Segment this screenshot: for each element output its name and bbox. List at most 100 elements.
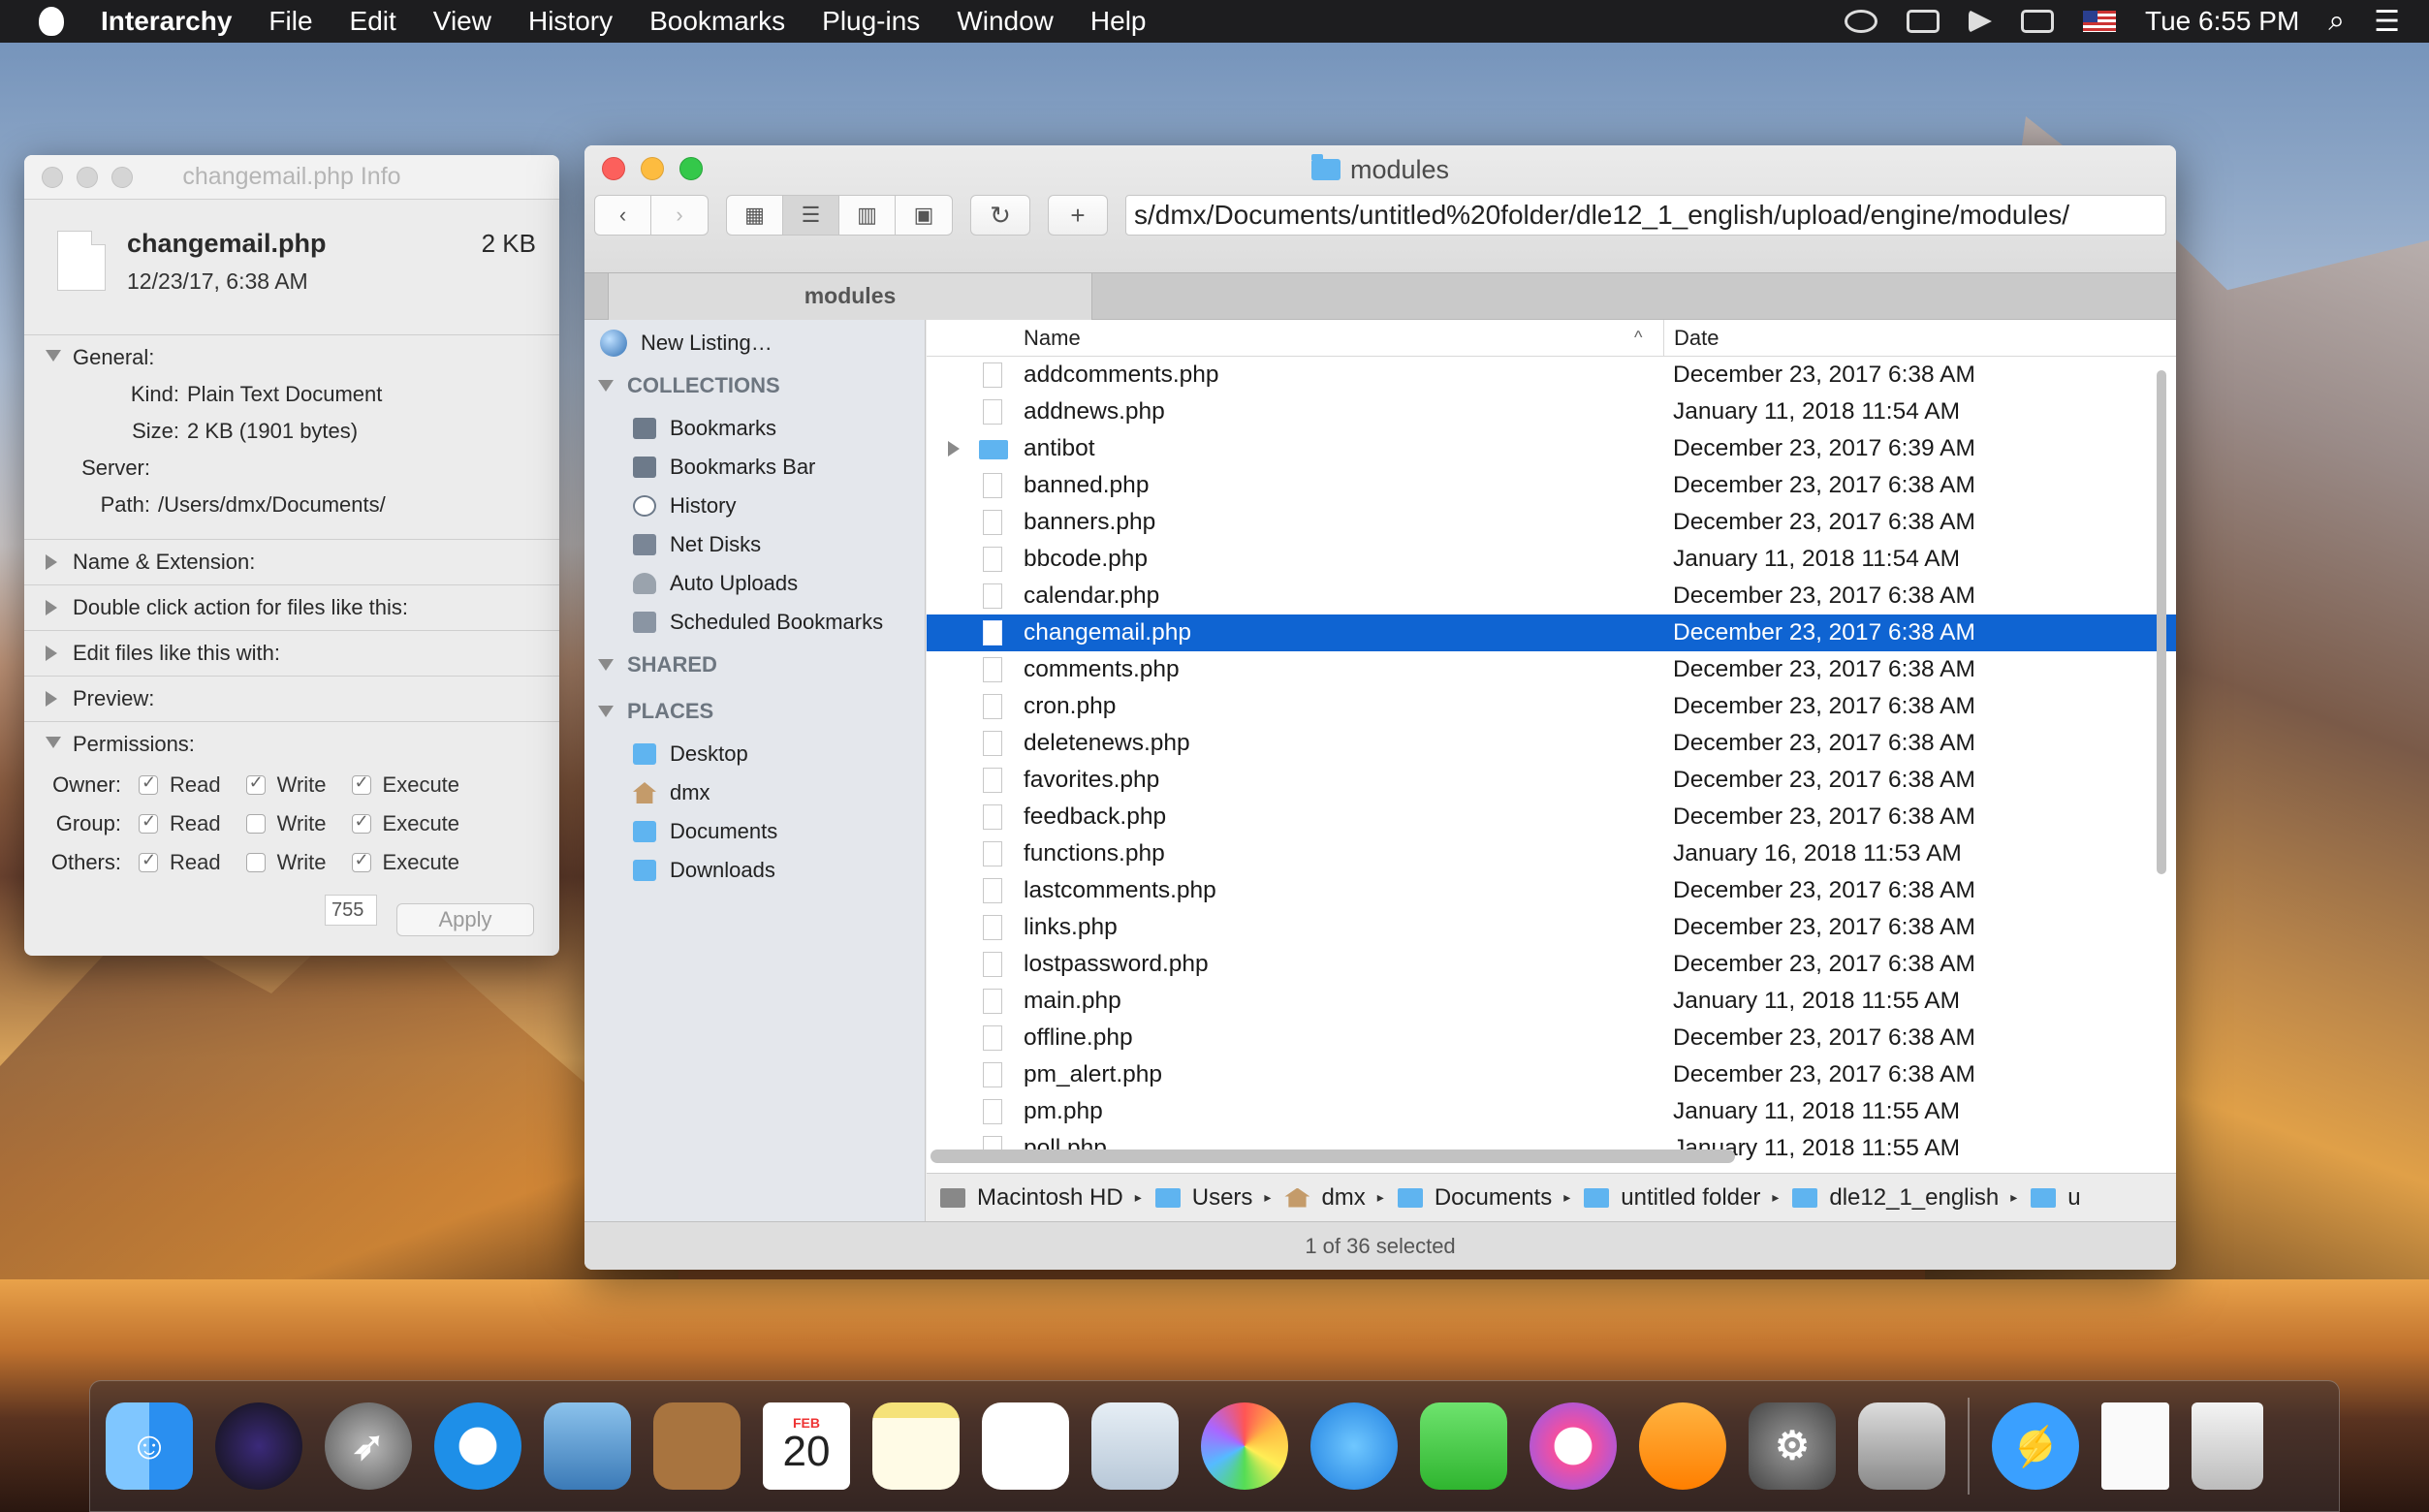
info-titlebar[interactable]: changemail.php Info [24, 155, 559, 200]
forward-button[interactable]: › [651, 196, 708, 235]
new-item-button[interactable]: + [1048, 195, 1108, 236]
disclosure-down-icon[interactable] [46, 737, 61, 748]
horizontal-scrollbar[interactable] [931, 1150, 1735, 1163]
file-row[interactable]: pm_alert.php December 23, 2017 6:38 AM [927, 1056, 2176, 1093]
sidebar-places-header[interactable]: PLACES [584, 688, 925, 735]
octal-input[interactable]: 755 [325, 895, 377, 926]
file-row[interactable]: main.php January 11, 2018 11:55 AM [927, 983, 2176, 1020]
sidebar-item-documents[interactable]: Documents [584, 812, 925, 851]
file-row[interactable]: deletenews.php December 23, 2017 6:38 AM [927, 725, 2176, 762]
refresh-button[interactable]: ↻ [970, 195, 1030, 236]
double-click-section[interactable]: Double click action for files like this: [24, 585, 559, 631]
sidebar-item-auto-uploads[interactable]: Auto Uploads [584, 564, 925, 603]
spotlight-search-icon[interactable]: ⌕ [2328, 5, 2345, 38]
others-execute-checkbox[interactable] [351, 850, 371, 872]
sidebar-new-listing[interactable]: New Listing… [584, 324, 925, 362]
sidebar-item-desktop[interactable]: Desktop [584, 735, 925, 773]
others-write-checkbox[interactable] [245, 853, 266, 872]
downloads-stack-icon[interactable]: ⚡ [1992, 1402, 2079, 1490]
menu-plugins[interactable]: Plug-ins [822, 6, 920, 37]
path-item-dle12[interactable]: dle12_1_english ▸ [1792, 1184, 2017, 1212]
path-item-upload[interactable]: u [2031, 1184, 2081, 1212]
file-row[interactable]: addcomments.php December 23, 2017 6:38 AM [927, 357, 2176, 394]
icon-view-button[interactable]: ▦ [727, 196, 783, 235]
owner-execute-checkbox[interactable] [351, 772, 371, 795]
document-stack-icon[interactable] [2101, 1402, 2169, 1490]
mail-stamp-icon[interactable] [544, 1402, 631, 1490]
others-read-checkbox[interactable] [139, 850, 158, 872]
file-row[interactable]: banners.php December 23, 2017 6:38 AM [927, 504, 2176, 541]
tab-modules[interactable]: modules [608, 273, 1092, 320]
file-row[interactable]: banned.php December 23, 2017 6:38 AM [927, 467, 2176, 504]
menu-app-name[interactable]: Interarchy [101, 6, 232, 37]
finder-icon[interactable]: ☺ [106, 1402, 193, 1490]
display-mirror-icon[interactable] [2021, 10, 2055, 33]
sidebar-item-downloads[interactable]: Downloads [584, 851, 925, 890]
edit-with-section[interactable]: Edit files like this with: [24, 631, 559, 677]
disclosure-right-icon[interactable] [948, 441, 960, 457]
sidebar-item-net-disks[interactable]: Net Disks [584, 525, 925, 564]
group-write-checkbox[interactable] [245, 814, 266, 834]
contacts-book-icon[interactable] [653, 1402, 741, 1490]
browser-titlebar[interactable]: modules ‹ › ▦ ☰ ▥ ▣ ↻ + s/dmx/Documents/… [584, 145, 2176, 320]
apply-button[interactable]: Apply [396, 903, 534, 936]
file-row[interactable]: offline.php December 23, 2017 6:38 AM [927, 1020, 2176, 1056]
sidebar-item-history[interactable]: History [584, 487, 925, 525]
menu-file[interactable]: File [268, 6, 312, 37]
file-row[interactable]: favorites.php December 23, 2017 6:38 AM [927, 762, 2176, 799]
file-row[interactable]: changemail.php December 23, 2017 6:38 AM [927, 614, 2176, 651]
reminders-list-icon[interactable] [982, 1402, 1069, 1490]
file-row[interactable]: bbcode.php January 11, 2018 11:54 AM [927, 541, 2176, 578]
facetime-camera-icon[interactable] [1420, 1402, 1507, 1490]
permissions-label[interactable]: Permissions: [73, 732, 559, 757]
column-view-button[interactable]: ▥ [839, 196, 896, 235]
menu-clock[interactable]: Tue 6:55 PM [2145, 6, 2299, 37]
menu-bookmarks[interactable]: Bookmarks [649, 6, 785, 37]
column-date-header[interactable]: Date [1663, 320, 1719, 357]
photos-flower-icon[interactable] [1201, 1402, 1288, 1490]
preview-section[interactable]: Preview: [24, 677, 559, 722]
column-name-header[interactable]: Name [1024, 326, 1081, 351]
file-row[interactable]: feedback.php December 23, 2017 6:38 AM [927, 799, 2176, 835]
file-row[interactable]: antibot December 23, 2017 6:39 AM [927, 430, 2176, 467]
path-item-documents[interactable]: Documents ▸ [1397, 1184, 1570, 1212]
owner-read-checkbox[interactable] [139, 772, 158, 795]
back-button[interactable]: ‹ [595, 196, 651, 235]
group-read-checkbox[interactable] [139, 811, 158, 834]
sidebar-collections-header[interactable]: COLLECTIONS [584, 362, 925, 409]
disclosure-down-icon[interactable] [598, 380, 614, 392]
system-preferences-gear-icon[interactable]: ⚙ [1749, 1402, 1836, 1490]
itunes-music-icon[interactable]: ♪ [1530, 1402, 1617, 1490]
file-row[interactable]: lostpassword.php December 23, 2017 6:38 A… [927, 946, 2176, 983]
notes-icon[interactable] [872, 1402, 960, 1490]
disclosure-right-icon[interactable] [46, 691, 57, 707]
sidebar-item-bookmarks-bar[interactable]: Bookmarks Bar [584, 448, 925, 487]
sidebar-shared-header[interactable]: SHARED [584, 642, 925, 688]
send-icon[interactable] [1969, 10, 1993, 33]
disclosure-down-icon[interactable] [46, 350, 61, 362]
upload-status-icon[interactable] [1907, 10, 1940, 33]
file-row[interactable]: functions.php January 16, 2018 11:53 AM [927, 835, 2176, 872]
calendar-icon[interactable]: FEB 20 [763, 1402, 850, 1490]
siri-icon[interactable] [215, 1402, 302, 1490]
sidebar-item-dmx[interactable]: dmx [584, 773, 925, 812]
sort-ascending-icon[interactable]: ^ [1634, 328, 1642, 348]
interarchy-app-icon[interactable] [1858, 1402, 1945, 1490]
file-row[interactable]: lastcomments.php December 23, 2017 6:38 A… [927, 872, 2176, 909]
sidebar-item-scheduled-bookmarks[interactable]: Scheduled Bookmarks [584, 603, 925, 642]
safari-compass-icon[interactable] [434, 1402, 521, 1490]
path-item-untitled-folder[interactable]: untitled folder ▸ [1584, 1184, 1779, 1212]
cover-flow-button[interactable]: ▣ [896, 196, 952, 235]
group-execute-checkbox[interactable] [351, 811, 371, 834]
path-item-users[interactable]: Users ▸ [1154, 1184, 1271, 1212]
launchpad-rocket-icon[interactable]: ➶ [325, 1402, 412, 1490]
menu-view[interactable]: View [433, 6, 491, 37]
url-field[interactable]: s/dmx/Documents/untitled%20folder/dle12_… [1125, 195, 2166, 236]
file-row[interactable]: cron.php December 23, 2017 6:38 AM [927, 688, 2176, 725]
messages-bubble-icon[interactable] [1310, 1402, 1398, 1490]
ibooks-icon[interactable] [1639, 1402, 1726, 1490]
creative-cloud-icon[interactable] [1845, 10, 1878, 33]
menu-history[interactable]: History [528, 6, 613, 37]
vertical-scrollbar[interactable] [2157, 370, 2166, 874]
file-row[interactable]: comments.php December 23, 2017 6:38 AM [927, 651, 2176, 688]
